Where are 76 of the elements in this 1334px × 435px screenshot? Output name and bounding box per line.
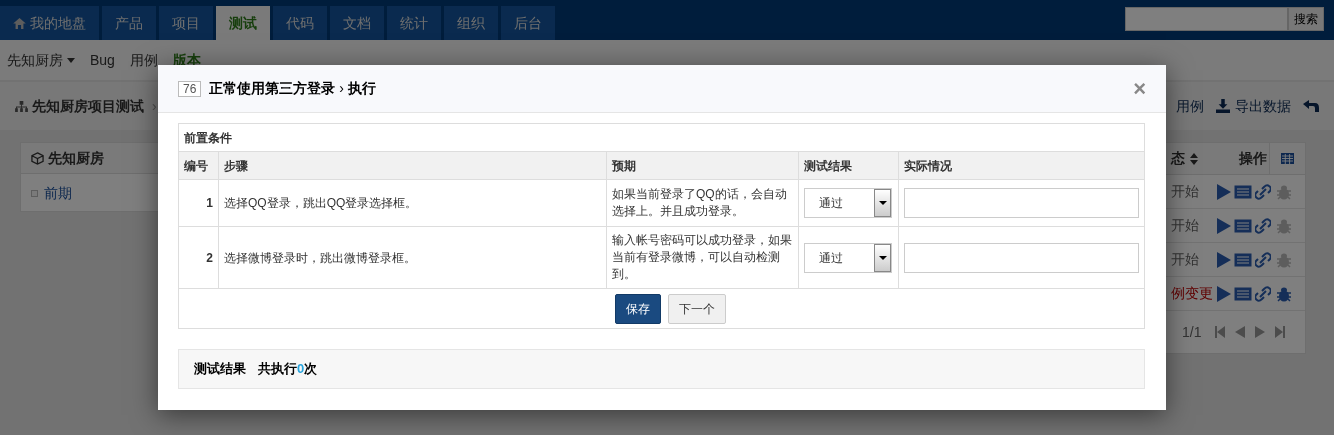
list-icon[interactable]: [1234, 252, 1252, 267]
execution-count: 共执行0次: [258, 360, 318, 379]
step-text: 选择QQ登录，跳出QQ登录选择框。: [218, 179, 607, 227]
column-header: 态: [1171, 149, 1185, 168]
play-icon[interactable]: [1217, 217, 1231, 234]
cube-icon: [31, 151, 44, 165]
case-id: 76: [178, 80, 202, 97]
nav-tab[interactable]: 产品: [102, 6, 156, 40]
toolbar-link[interactable]: 导出数据: [1216, 95, 1291, 117]
home-icon: [13, 17, 26, 29]
status-text: 例变更: [1171, 284, 1214, 303]
column-header: 预期: [606, 151, 799, 180]
subnav-link[interactable]: 用例: [129, 49, 158, 71]
nav-tab[interactable]: 测试: [216, 6, 270, 40]
result-select[interactable]: 通过: [804, 188, 892, 218]
breadcrumb-title: 先知厨房项目测试: [32, 96, 144, 116]
step-number: 2: [178, 226, 219, 289]
breadcrumb-separator: ›: [152, 96, 157, 116]
nav-tab[interactable]: 组织: [444, 6, 498, 40]
results-title: 测试结果: [194, 360, 246, 379]
result-select[interactable]: 通过: [804, 242, 892, 273]
title-separator: ›: [339, 79, 345, 98]
toolbar-link[interactable]: 用例: [1176, 95, 1204, 117]
step-number: 1: [178, 179, 219, 227]
caret-icon: [67, 57, 75, 63]
actual-result-field[interactable]: [904, 242, 1139, 273]
first-page-icon[interactable]: [1215, 326, 1226, 338]
expected-text: 如果当前登录了QQ的话，会自动选择上。并且成功登录。: [606, 179, 799, 227]
status-text: 开始: [1171, 182, 1200, 201]
nav-tab[interactable]: 统计: [387, 6, 441, 40]
status-text: 开始: [1171, 216, 1200, 235]
dialog-action: 执行: [348, 79, 377, 98]
download-icon: [1216, 99, 1230, 113]
column-header: 操作: [1239, 149, 1267, 168]
pager-text: 1/1: [1182, 322, 1202, 342]
back-icon[interactable]: [1303, 100, 1319, 112]
column-header: 步骤: [218, 151, 607, 180]
list-icon[interactable]: [1234, 286, 1252, 301]
nav-tab[interactable]: 后台: [501, 6, 555, 40]
play-icon[interactable]: [1217, 251, 1231, 268]
column-header: 测试结果: [798, 151, 899, 180]
sidebar-title: 先知厨房: [48, 148, 104, 168]
sort-icon[interactable]: [1190, 152, 1198, 165]
list-icon[interactable]: [1234, 184, 1252, 199]
subnav-link[interactable]: 先知厨房: [7, 49, 75, 71]
status-text: 开始: [1171, 250, 1200, 269]
search-field[interactable]: [1125, 7, 1288, 31]
next-page-icon[interactable]: [1255, 326, 1266, 338]
expected-text: 输入帐号密码可以成功登录，如果当前有登录微博，可以自动检测到。: [606, 226, 799, 289]
grid-icon: [1281, 153, 1294, 164]
close-button[interactable]: ×: [1133, 77, 1146, 100]
bug-icon[interactable]: [1277, 285, 1291, 302]
sitemap-icon: [15, 100, 28, 112]
nav-tab[interactable]: 文档: [330, 6, 384, 40]
list-icon[interactable]: [1234, 218, 1252, 233]
caret-icon: [878, 201, 887, 205]
search-button[interactable]: 搜索: [1288, 7, 1324, 31]
step-text: 选择微博登录时，跳出微博登录框。: [218, 226, 607, 289]
column-header: 实际情况: [898, 151, 1145, 180]
section-title: 前置条件: [178, 123, 1145, 152]
dialog-title: 正常使用第三方登录: [209, 79, 336, 98]
tree-node-icon: [31, 189, 38, 197]
save-button[interactable]: 保存: [615, 293, 661, 324]
nav-tab[interactable]: 我的地盘: [0, 6, 99, 40]
last-page-icon[interactable]: [1275, 326, 1286, 338]
column-header: 编号: [178, 151, 219, 180]
play-icon[interactable]: [1217, 285, 1231, 302]
subnav-link[interactable]: Bug: [90, 49, 115, 71]
nav-tab[interactable]: 项目: [159, 6, 213, 40]
nav-tab[interactable]: 代码: [273, 6, 327, 40]
caret-icon: [878, 255, 887, 260]
actual-result-field[interactable]: [904, 188, 1139, 218]
next-button[interactable]: 下一个: [668, 293, 726, 324]
previous-page-icon[interactable]: [1235, 326, 1246, 338]
tree-item[interactable]: 前期: [44, 182, 72, 204]
play-icon[interactable]: [1217, 183, 1231, 200]
